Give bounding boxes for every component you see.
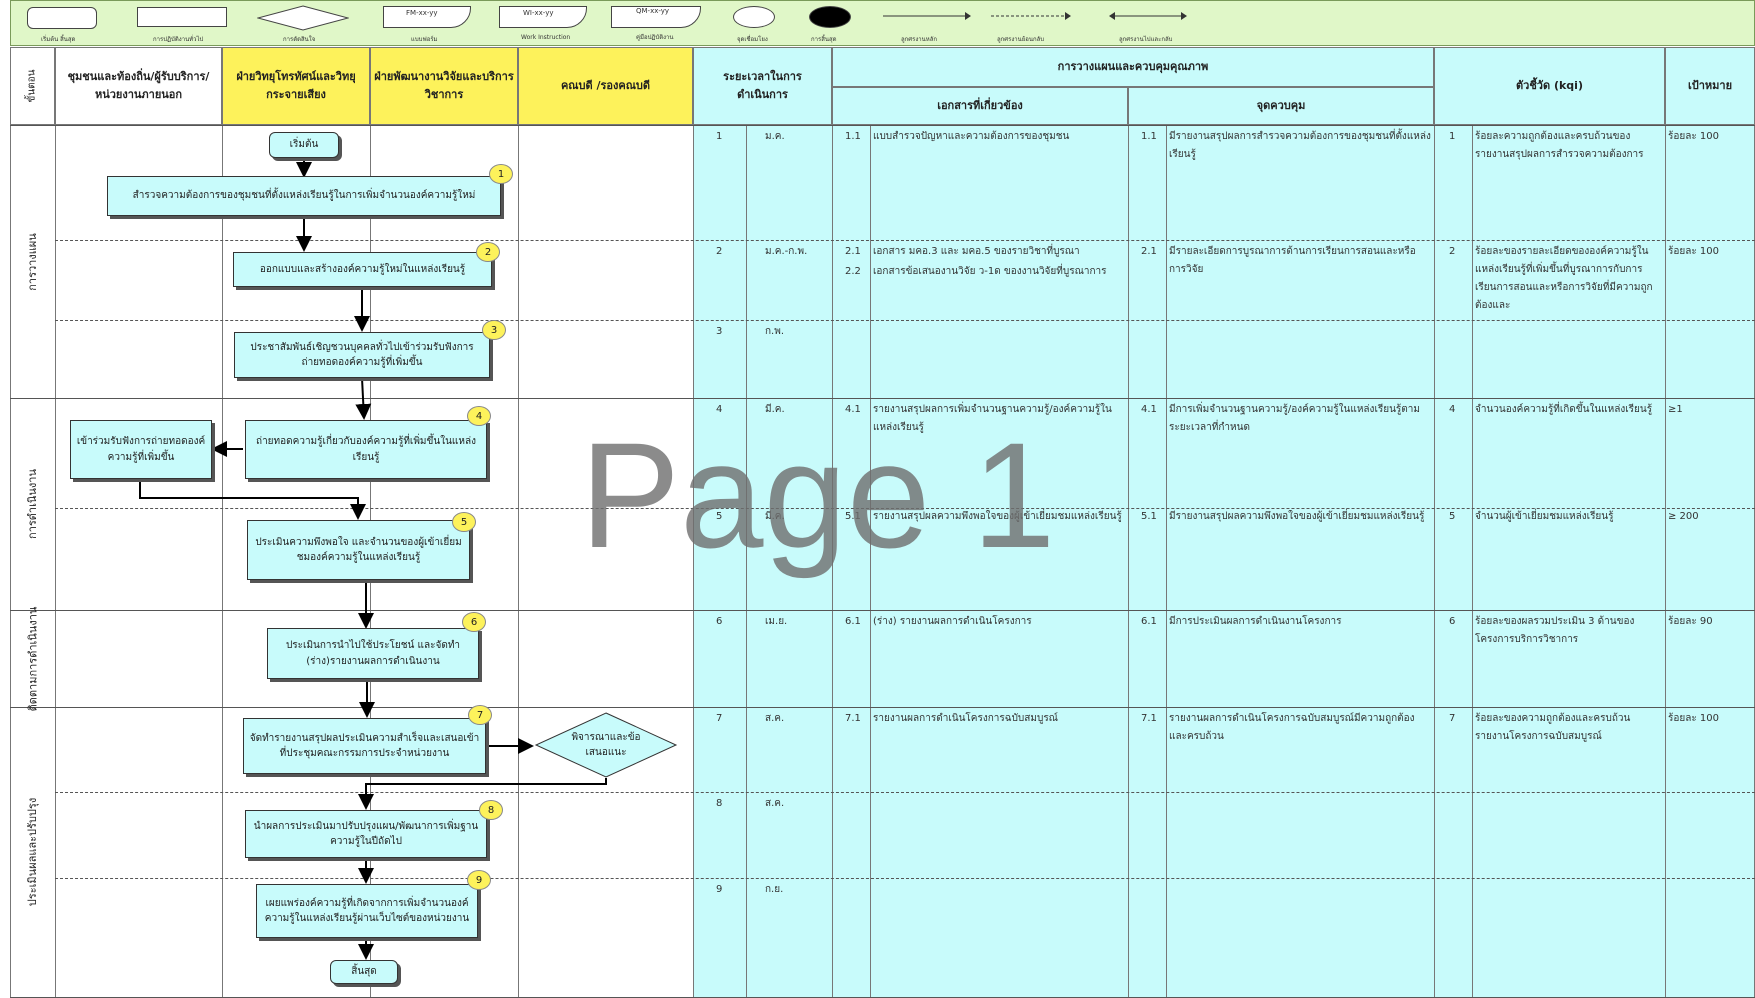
doc-id: 2.2 [845, 266, 861, 277]
doc-id: 1.1 [845, 131, 861, 142]
flow-step-5[interactable]: ประเมินความพึงพอใจ และจำนวนของผู้เข้าเยี… [247, 520, 470, 580]
target-value: ร้อยละ 90 [1668, 616, 1713, 627]
doc-text: เอกสาร มคอ.3 และ มคอ.5 ของรายวิชาที่บูรณ… [873, 246, 1080, 257]
step-number-badge: 5 [452, 512, 476, 532]
flow-step-4[interactable]: ถ่ายทอดความรู้เกี่ยวกับองค์ความรู้ที่เพิ… [245, 420, 487, 479]
row-number: 4 [716, 404, 723, 415]
flow-external-listen[interactable]: เข้าร่วมรับฟังการถ่ายทอดองค์ความรู้ที่เพ… [70, 420, 212, 479]
control-text: มีรายงานสรุปผลความพึงพอใจของผู้เข้าเยี่ย… [1169, 511, 1425, 522]
row-time: ก.ย. [765, 884, 784, 895]
row-number: 7 [716, 713, 723, 724]
kqi-text: จำนวนผู้เข้าเยี่ยมชมแหล่งเรียนรู้ [1475, 511, 1614, 522]
doc-text: แบบสำรวจปัญหาและความต้องการของชุมชน [873, 131, 1070, 142]
target-value: ≥1 [1668, 404, 1683, 415]
row-number: 1 [716, 131, 723, 142]
control-id: 7.1 [1141, 713, 1157, 724]
kqi-number: 1 [1449, 131, 1456, 142]
kqi-number: 2 [1449, 246, 1456, 257]
target-value: ร้อยละ 100 [1668, 713, 1720, 724]
row-time: มี.ค. [765, 404, 785, 415]
doc-id: 2.1 [845, 246, 861, 257]
control-id: 1.1 [1141, 131, 1157, 142]
target-value: ≥ 200 [1668, 511, 1699, 522]
flow-arrow [139, 479, 366, 520]
row-number: 9 [716, 884, 723, 895]
step-number-badge: 1 [489, 164, 513, 184]
flow-start[interactable]: เริ่มต้น [269, 132, 339, 158]
doc-id: 4.1 [845, 404, 861, 415]
kqi-text: ร้อยละความถูกต้องและครบถ้วนของรายงานสรุป… [1475, 131, 1644, 160]
row-time: ส.ค. [765, 798, 785, 809]
flow-step-2[interactable]: ออกแบบและสร้างองค์ความรู้ใหม่ในแหล่งเรีย… [233, 252, 492, 287]
row-time: มี.ค. [765, 511, 785, 522]
kqi-number: 6 [1449, 616, 1456, 627]
kqi-number: 4 [1449, 404, 1456, 415]
doc-text: รายงานสรุปผลความพึงพอใจของผู้เข้าเยี่ยมช… [873, 511, 1122, 522]
control-text: รายงานผลการดำเนินโครงการฉบับสมบูรณ์มีควา… [1169, 713, 1415, 742]
doc-text: (ร่าง) รายงานผลการดำเนินโครงการ [873, 616, 1032, 627]
row-number: 3 [716, 326, 723, 337]
kqi-number: 5 [1449, 511, 1456, 522]
kqi-text: ร้อยละของผลรวมประเมิน 3 ด้านของโครงการบร… [1475, 616, 1635, 645]
kqi-text: ร้อยละของรายละเอียดขององค์ความรู้ในแหล่ง… [1475, 246, 1653, 311]
control-text: มีรายละเอียดการบูรณาการด้านการเรียนการสอ… [1169, 246, 1416, 275]
control-id: 4.1 [1141, 404, 1157, 415]
flow-arrow [355, 377, 372, 420]
row-time: ม.ค.-ก.พ. [765, 246, 808, 257]
control-text: มีรายงานสรุปผลการสำรวจความต้องการของชุมช… [1169, 131, 1431, 160]
flow-end[interactable]: สิ้นสุด [330, 960, 398, 984]
step-number-badge: 9 [467, 870, 491, 890]
flow-step-7[interactable]: จัดทำรายงานสรุปผลประเมินความสำเร็จและเสน… [243, 718, 486, 774]
doc-text: รายงานผลการดำเนินโครงการฉบับสมบูรณ์ [873, 713, 1058, 724]
control-text: มีการประเมินผลการดำเนินงานโครงการ [1169, 616, 1342, 627]
row-number: 6 [716, 616, 723, 627]
step-number-badge: 2 [476, 242, 500, 262]
flow-step-1[interactable]: สำรวจความต้องการของชุมชนที่ตั้งแหล่งเรีย… [107, 176, 501, 216]
doc-text: รายงานสรุปผลการเพิ่มจำนวนฐานความรู้/องค์… [873, 404, 1112, 433]
row-number: 8 [716, 798, 723, 809]
row-number: 5 [716, 511, 723, 522]
doc-id: 7.1 [845, 713, 861, 724]
step-number-badge: 8 [479, 800, 503, 820]
control-id: 2.1 [1141, 246, 1157, 257]
control-text: มีการเพิ่มจำนวนฐานความรู้/องค์ความรู้ในแ… [1169, 404, 1421, 433]
control-id: 5.1 [1141, 511, 1157, 522]
row-time: เม.ย. [765, 616, 788, 627]
row-number: 2 [716, 246, 723, 257]
row-time: ม.ค. [765, 131, 785, 142]
doc-id: 5.1 [845, 511, 861, 522]
flow-decision-label: พิจารณาและข้อเสนอแนะ [571, 732, 641, 758]
flow-step-9[interactable]: เผยแพร่องค์ความรู้ที่เกิดจากการเพิ่มจำนว… [256, 884, 478, 938]
target-value: ร้อยละ 100 [1668, 246, 1720, 257]
doc-id: 6.1 [845, 616, 861, 627]
kqi-number: 7 [1449, 713, 1456, 724]
flow-step-8[interactable]: นำผลการประเมินมาปรับปรุงแผน/พัฒนาการเพิ่… [245, 810, 487, 858]
step-number-badge: 4 [467, 406, 491, 426]
step-number-badge: 6 [462, 612, 486, 632]
kqi-text: จำนวนองค์ความรู้ที่เกิดขึ้นในแหล่งเรียนร… [1475, 404, 1653, 415]
row-time: ก.พ. [765, 326, 785, 337]
step-number-badge: 3 [482, 320, 506, 340]
doc-text: เอกสารข้อเสนองานวิจัย ว-1ด ของงานวิจัยที… [873, 266, 1107, 277]
step-number-badge: 7 [468, 705, 492, 725]
row-time: ส.ค. [765, 713, 785, 724]
flow-step-3[interactable]: ประชาสัมพันธ์เชิญชวนบุคคลทั่วไปเข้าร่วมร… [234, 332, 490, 378]
target-value: ร้อยละ 100 [1668, 131, 1720, 142]
flow-step-6[interactable]: ประเมินการนำไปใช้ประโยชน์ และจัดทำ (ร่าง… [267, 628, 479, 679]
kqi-text: ร้อยละของความถูกต้องและครบถ้วนรายงานโครง… [1475, 713, 1631, 742]
control-id: 6.1 [1141, 616, 1157, 627]
